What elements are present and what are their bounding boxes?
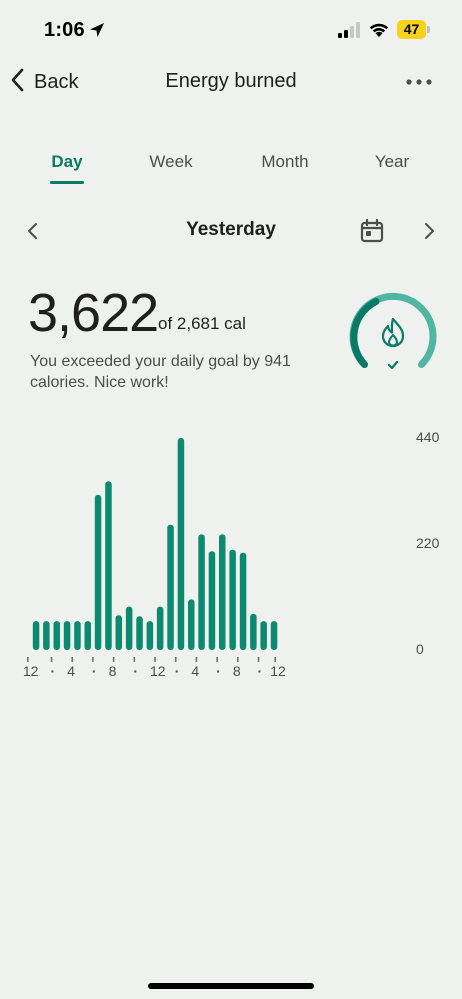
chart-bar[interactable] xyxy=(177,438,185,650)
chart-bar[interactable] xyxy=(115,615,123,650)
date-label: Yesterday xyxy=(186,219,276,240)
chart-bar[interactable] xyxy=(125,606,133,650)
chart-bar[interactable] xyxy=(156,606,164,650)
y-tick-label: 220 xyxy=(416,535,440,551)
next-day-button[interactable] xyxy=(418,220,440,242)
x-tick-label: 12 xyxy=(150,663,166,679)
location-arrow-icon xyxy=(88,21,106,44)
tab-month[interactable]: Month xyxy=(254,152,316,172)
more-horizontal-icon xyxy=(402,79,436,98)
x-tick-label: · xyxy=(216,663,221,679)
tab-year-label: Year xyxy=(374,152,410,171)
chart-bar[interactable] xyxy=(167,524,174,650)
calendar-icon xyxy=(358,218,386,249)
tab-day-label: Day xyxy=(51,152,83,171)
chart-bar[interactable] xyxy=(146,621,154,650)
tab-active-indicator xyxy=(50,181,84,184)
goal-message: You exceeded your daily goal by 941 calo… xyxy=(30,353,291,391)
battery-level: 47 xyxy=(403,21,420,37)
energy-chart: 440 220 0 12 · 4 · 8 · 12 · 4 · 8 · 12 xyxy=(0,420,462,690)
tab-day[interactable]: Day xyxy=(50,152,84,184)
x-tick-label: · xyxy=(133,663,138,679)
y-tick-label: 440 xyxy=(416,429,440,445)
energy-burned-value: 3,622 xyxy=(28,283,159,343)
chart-bar[interactable] xyxy=(74,621,81,650)
chart-bar[interactable] xyxy=(105,481,112,650)
chart-bar[interactable] xyxy=(208,551,216,650)
cellular-signal-icon xyxy=(337,22,361,43)
chart-bar[interactable] xyxy=(136,616,143,650)
energy-goal-text: of 2,681 cal xyxy=(158,314,246,333)
x-tick-label: · xyxy=(51,663,56,679)
x-tick-label: 4 xyxy=(191,663,199,679)
energy-goal-ring xyxy=(346,289,440,383)
checkmark-icon xyxy=(387,360,399,370)
chart-bar[interactable] xyxy=(32,621,40,650)
chart-bar[interactable] xyxy=(63,621,71,650)
chart-bar[interactable] xyxy=(43,621,50,650)
flame-icon xyxy=(381,317,405,348)
x-tick-label: · xyxy=(175,663,180,679)
x-tick-label: · xyxy=(92,663,97,679)
x-tick-label: 4 xyxy=(67,663,75,679)
chart-bar[interactable] xyxy=(250,613,257,650)
tab-week[interactable]: Week xyxy=(142,152,200,172)
chart-bar[interactable] xyxy=(84,621,92,650)
x-tick-label: · xyxy=(258,663,263,679)
battery-indicator: 47 xyxy=(397,20,433,39)
x-tick-label: 12 xyxy=(270,663,286,679)
tab-week-label: Week xyxy=(149,152,193,171)
chart-bar[interactable] xyxy=(94,494,102,650)
home-indicator xyxy=(148,983,314,989)
status-bar: 1:06 47 xyxy=(0,0,462,60)
tab-month-label: Month xyxy=(261,152,309,171)
chart-bar[interactable] xyxy=(198,534,205,650)
chart-bar[interactable] xyxy=(53,621,61,650)
status-time: 1:06 xyxy=(44,19,85,41)
more-options-button[interactable] xyxy=(402,70,436,94)
chevron-right-icon xyxy=(418,223,440,246)
chart-bar[interactable] xyxy=(188,599,195,650)
chart-bar[interactable] xyxy=(260,621,267,650)
wifi-icon xyxy=(368,21,390,43)
chart-bar[interactable] xyxy=(229,549,236,650)
x-tick-label: 12 xyxy=(23,663,39,679)
page-title: Energy burned xyxy=(165,70,297,92)
period-tabs: Day Week Month Year xyxy=(0,152,462,192)
tab-year[interactable]: Year xyxy=(368,152,416,172)
calendar-button[interactable] xyxy=(358,217,386,245)
x-tick-label: 8 xyxy=(233,663,241,679)
chart-bar[interactable] xyxy=(270,621,278,650)
y-tick-label: 0 xyxy=(416,641,424,657)
chart-bar[interactable] xyxy=(239,552,247,650)
chart-bar[interactable] xyxy=(219,534,226,650)
x-tick-label: 8 xyxy=(109,663,117,679)
